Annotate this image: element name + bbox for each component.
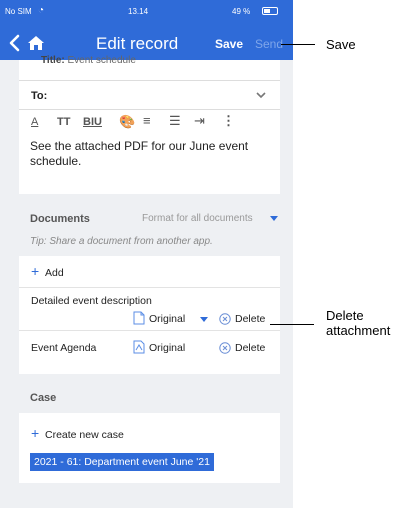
list-icon[interactable]: ☰: [169, 113, 181, 129]
plus-icon: +: [31, 425, 40, 441]
delete-circle-icon[interactable]: [219, 313, 231, 325]
page-title: Edit record: [96, 34, 179, 53]
delete-callout: Delete attachment: [326, 308, 390, 338]
to-field[interactable]: To:: [19, 80, 280, 110]
align-icon[interactable]: ≡: [143, 113, 151, 128]
selected-case[interactable]: 2021 - 61: Department event June '21: [30, 453, 214, 471]
delete-button[interactable]: Delete: [235, 313, 265, 325]
document-name: Detailed event description: [31, 295, 152, 307]
wifi-icon: ◔: [38, 5, 45, 16]
font-size-button[interactable]: TT: [57, 116, 70, 128]
home-icon[interactable]: [27, 34, 45, 52]
bold-italic-underline-button[interactable]: BIU: [83, 116, 102, 128]
save-callout-line: [281, 44, 315, 45]
send-button[interactable]: Send: [255, 37, 283, 51]
create-case-label: Create new case: [45, 429, 124, 441]
format-all-documents[interactable]: Format for all documents: [142, 213, 253, 224]
format-select-value[interactable]: Original: [149, 342, 185, 354]
battery-icon: [262, 7, 278, 15]
documents-card: + Add Detailed event description Origina…: [19, 256, 280, 374]
top-bar: No SIM ◔ 13.14 49 % Edit record Save Sen…: [0, 0, 293, 60]
title-value: Event schedule: [67, 55, 136, 66]
pdf-file-icon: [133, 340, 145, 354]
more-icon[interactable]: ⋮: [222, 113, 235, 129]
format-select-value[interactable]: Original: [149, 313, 185, 325]
delete-callout-line: [270, 324, 314, 325]
back-chevron-icon[interactable]: [8, 34, 22, 52]
document-name: Event Agenda: [31, 342, 97, 354]
document-item: Detailed event description Original Dele…: [19, 288, 280, 331]
status-bar: No SIM ◔ 13.14 49 %: [0, 0, 293, 20]
chevron-down-icon[interactable]: [255, 90, 267, 100]
delete-callout-line1: Delete: [326, 308, 364, 323]
documents-tip: Tip: Share a document from another app.: [30, 236, 213, 247]
plus-icon: +: [31, 263, 40, 279]
delete-button[interactable]: Delete: [235, 342, 265, 354]
palette-icon[interactable]: 🎨: [119, 114, 135, 130]
pdf-file-icon: [133, 311, 145, 325]
chevron-down-icon[interactable]: [270, 216, 278, 221]
case-card: + Create new case 2021 - 61: Department …: [19, 413, 280, 483]
format-toolbar: A TT BIU 🎨 ≡ ☰ ⇥ ⋮: [19, 112, 280, 134]
title-field[interactable]: Title: Event schedule: [41, 55, 136, 66]
add-document-row[interactable]: + Add: [19, 256, 280, 288]
documents-header: Documents: [30, 213, 90, 225]
save-callout: Save: [326, 37, 356, 52]
message-card: Title: Event schedule To: A TT BIU 🎨 ≡ ☰…: [19, 55, 280, 194]
phone-screen: No SIM ◔ 13.14 49 % Edit record Save Sen…: [0, 0, 293, 508]
save-button[interactable]: Save: [215, 37, 243, 51]
nav-bar: Edit record Save Send: [0, 28, 293, 58]
delete-callout-line2: attachment: [326, 323, 391, 338]
add-label: Add: [45, 267, 64, 279]
message-body[interactable]: See the attached PDF for our June event …: [30, 139, 275, 169]
to-label: To:: [31, 90, 48, 102]
document-item: Event Agenda Original Delete: [19, 331, 280, 364]
title-label: Title:: [41, 55, 65, 66]
text-color-button[interactable]: A: [31, 116, 38, 128]
indent-icon[interactable]: ⇥: [194, 113, 205, 129]
chevron-down-icon[interactable]: [200, 317, 208, 322]
battery-percent: 49 %: [232, 7, 251, 16]
delete-circle-icon[interactable]: [219, 342, 231, 354]
case-header: Case: [30, 392, 57, 404]
clock: 13.14: [128, 7, 149, 16]
carrier-label: No SIM: [5, 7, 32, 16]
